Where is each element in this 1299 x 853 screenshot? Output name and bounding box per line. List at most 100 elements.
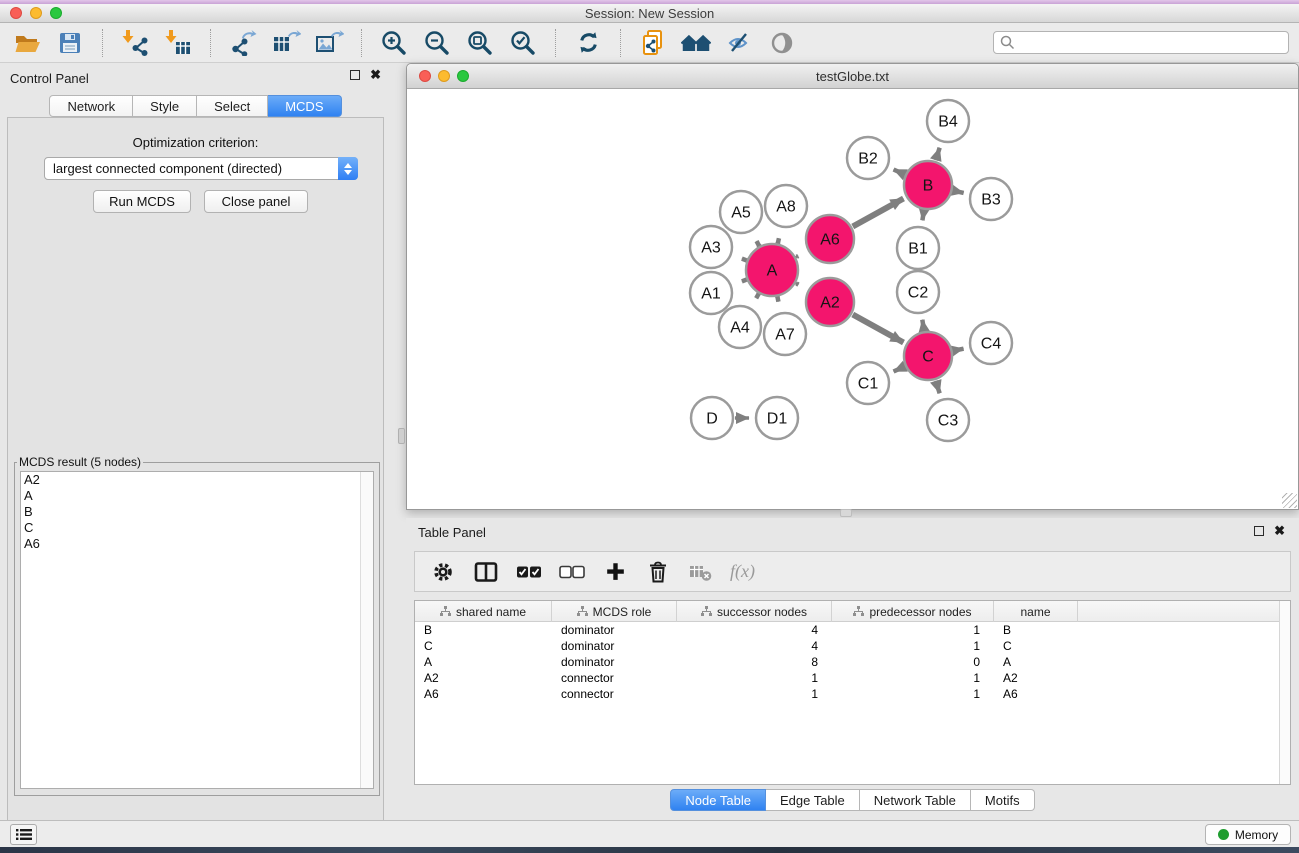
- duplicate-network-icon[interactable]: [638, 28, 668, 58]
- edge-A-A6[interactable]: [797, 256, 799, 257]
- edge-A2-C[interactable]: [853, 315, 904, 343]
- mcds-result-list[interactable]: A2ABCA6: [20, 471, 374, 789]
- show-all-icon[interactable]: [767, 28, 797, 58]
- edge-A-A3[interactable]: [742, 259, 746, 260]
- edge-C-C3[interactable]: [936, 381, 940, 393]
- edge-B-B2[interactable]: [894, 169, 905, 174]
- edge-A-A1[interactable]: [742, 280, 746, 281]
- edge-A-A2[interactable]: [797, 284, 799, 285]
- edge-C-C1[interactable]: [894, 367, 905, 372]
- result-scrollbar[interactable]: [360, 472, 373, 788]
- run-mcds-button[interactable]: Run MCDS: [93, 190, 191, 213]
- zoom-out-icon[interactable]: [422, 28, 452, 58]
- edge-C-C2[interactable]: [922, 320, 924, 331]
- toggle-panel-split-icon[interactable]: [472, 558, 500, 586]
- task-history-button[interactable]: [10, 824, 37, 845]
- search-input[interactable]: [993, 31, 1289, 54]
- refresh-layout-icon[interactable]: [573, 28, 603, 58]
- table-cell: B: [994, 622, 1078, 638]
- deselect-all-icon[interactable]: [558, 558, 586, 586]
- import-network-icon[interactable]: [120, 28, 150, 58]
- mcds-result-item[interactable]: A: [21, 488, 373, 504]
- table-cell: 1: [677, 670, 832, 686]
- node-label-A8: A8: [776, 199, 796, 216]
- node-table-header: shared name MCDS role successor nodes prede…: [415, 601, 1290, 622]
- column-header-predecessor-nodes[interactable]: predecessor nodes: [832, 601, 994, 622]
- column-header-mcds-role[interactable]: MCDS role: [552, 601, 677, 622]
- column-label: MCDS role: [593, 605, 652, 619]
- neighbors-icon[interactable]: [681, 28, 711, 58]
- table-row[interactable]: Adominator80A: [415, 654, 1290, 670]
- function-builder-icon[interactable]: f(x): [730, 561, 755, 582]
- mcds-result-item[interactable]: C: [21, 520, 373, 536]
- open-file-icon[interactable]: [12, 28, 42, 58]
- table-scrollbar[interactable]: [1279, 601, 1290, 784]
- edge-A6-B[interactable]: [853, 199, 904, 227]
- float-panel-icon[interactable]: [350, 70, 360, 80]
- export-table-icon[interactable]: [271, 28, 301, 58]
- table-row[interactable]: A2connector11A2: [415, 670, 1290, 686]
- add-column-icon[interactable]: [601, 558, 629, 586]
- tab-network-table[interactable]: Network Table: [860, 789, 971, 811]
- tab-select[interactable]: Select: [197, 95, 268, 117]
- table-cell: connector: [552, 686, 677, 702]
- mcds-result-item[interactable]: A6: [21, 536, 373, 552]
- float-table-panel-icon[interactable]: [1254, 526, 1264, 536]
- table-row[interactable]: A6connector11A6: [415, 686, 1290, 702]
- node-label-A4: A4: [730, 320, 750, 337]
- tab-node-table[interactable]: Node Table: [670, 789, 766, 811]
- network-window-titlebar[interactable]: testGlobe.txt: [407, 64, 1298, 89]
- edge-A-A4[interactable]: [756, 294, 758, 298]
- delete-table-icon[interactable]: [687, 558, 715, 586]
- import-table-icon[interactable]: [163, 28, 193, 58]
- table-cell: 1: [677, 686, 832, 702]
- table-cell: 1: [832, 686, 994, 702]
- edge-A-A5[interactable]: [757, 241, 759, 245]
- network-canvas[interactable]: B4B2BB3A5A8A6B1A3AA1C2A2A4A7C4CC1C3DD1: [407, 89, 1298, 509]
- table-row[interactable]: Bdominator41B: [415, 622, 1290, 638]
- close-panel-icon[interactable]: ✖: [370, 70, 381, 80]
- edge-C-C4[interactable]: [953, 349, 963, 351]
- edge-A-A8[interactable]: [778, 238, 779, 242]
- toolbar-separator: [210, 29, 211, 57]
- column-label: successor nodes: [717, 605, 807, 619]
- select-all-icon[interactable]: [515, 558, 543, 586]
- export-image-icon[interactable]: [314, 28, 344, 58]
- tab-edge-table[interactable]: Edge Table: [766, 789, 860, 811]
- tab-network[interactable]: Network: [49, 95, 133, 117]
- table-settings-icon[interactable]: [429, 558, 457, 586]
- save-session-icon[interactable]: [55, 28, 85, 58]
- zoom-fit-icon[interactable]: [465, 28, 495, 58]
- close-table-panel-icon[interactable]: ✖: [1274, 526, 1285, 536]
- close-panel-button[interactable]: Close panel: [204, 190, 308, 213]
- mcds-panel: Optimization criterion: largest connecte…: [7, 117, 384, 853]
- mcds-result-title: MCDS result (5 nodes): [17, 455, 143, 469]
- zoom-in-icon[interactable]: [379, 28, 409, 58]
- tab-motifs[interactable]: Motifs: [971, 789, 1035, 811]
- edge-A-A7[interactable]: [778, 297, 779, 301]
- table-row[interactable]: Cdominator41C: [415, 638, 1290, 654]
- edge-B-B3[interactable]: [953, 191, 963, 193]
- table-cell: 1: [832, 622, 994, 638]
- criterion-dropdown[interactable]: largest connected component (directed): [44, 157, 358, 180]
- table-panel: Table Panel ✖ f(x) shared nameMCDS roles…: [406, 518, 1299, 820]
- horizontal-splitter-handle[interactable]: [840, 509, 852, 517]
- hide-selected-icon[interactable]: [724, 28, 754, 58]
- tab-style[interactable]: Style: [133, 95, 197, 117]
- delete-columns-icon[interactable]: [644, 558, 672, 586]
- column-header-successor-nodes[interactable]: successor nodes: [677, 601, 832, 622]
- column-type-icon: [701, 606, 712, 617]
- memory-button[interactable]: Memory: [1205, 824, 1291, 845]
- column-header-shared-name[interactable]: shared name: [415, 601, 552, 622]
- vertical-splitter-handle[interactable]: [398, 428, 405, 444]
- export-network-icon[interactable]: [228, 28, 258, 58]
- column-header-name[interactable]: name: [994, 601, 1078, 622]
- node-label-B3: B3: [981, 192, 1001, 209]
- zoom-selected-icon[interactable]: [508, 28, 538, 58]
- edge-B-B4[interactable]: [936, 148, 940, 160]
- edge-B-B1[interactable]: [922, 211, 924, 221]
- mcds-result-item[interactable]: A2: [21, 472, 373, 488]
- mcds-result-item[interactable]: B: [21, 504, 373, 520]
- tab-mcds[interactable]: MCDS: [268, 95, 341, 117]
- control-panel-tabs: NetworkStyleSelectMCDS: [0, 95, 391, 117]
